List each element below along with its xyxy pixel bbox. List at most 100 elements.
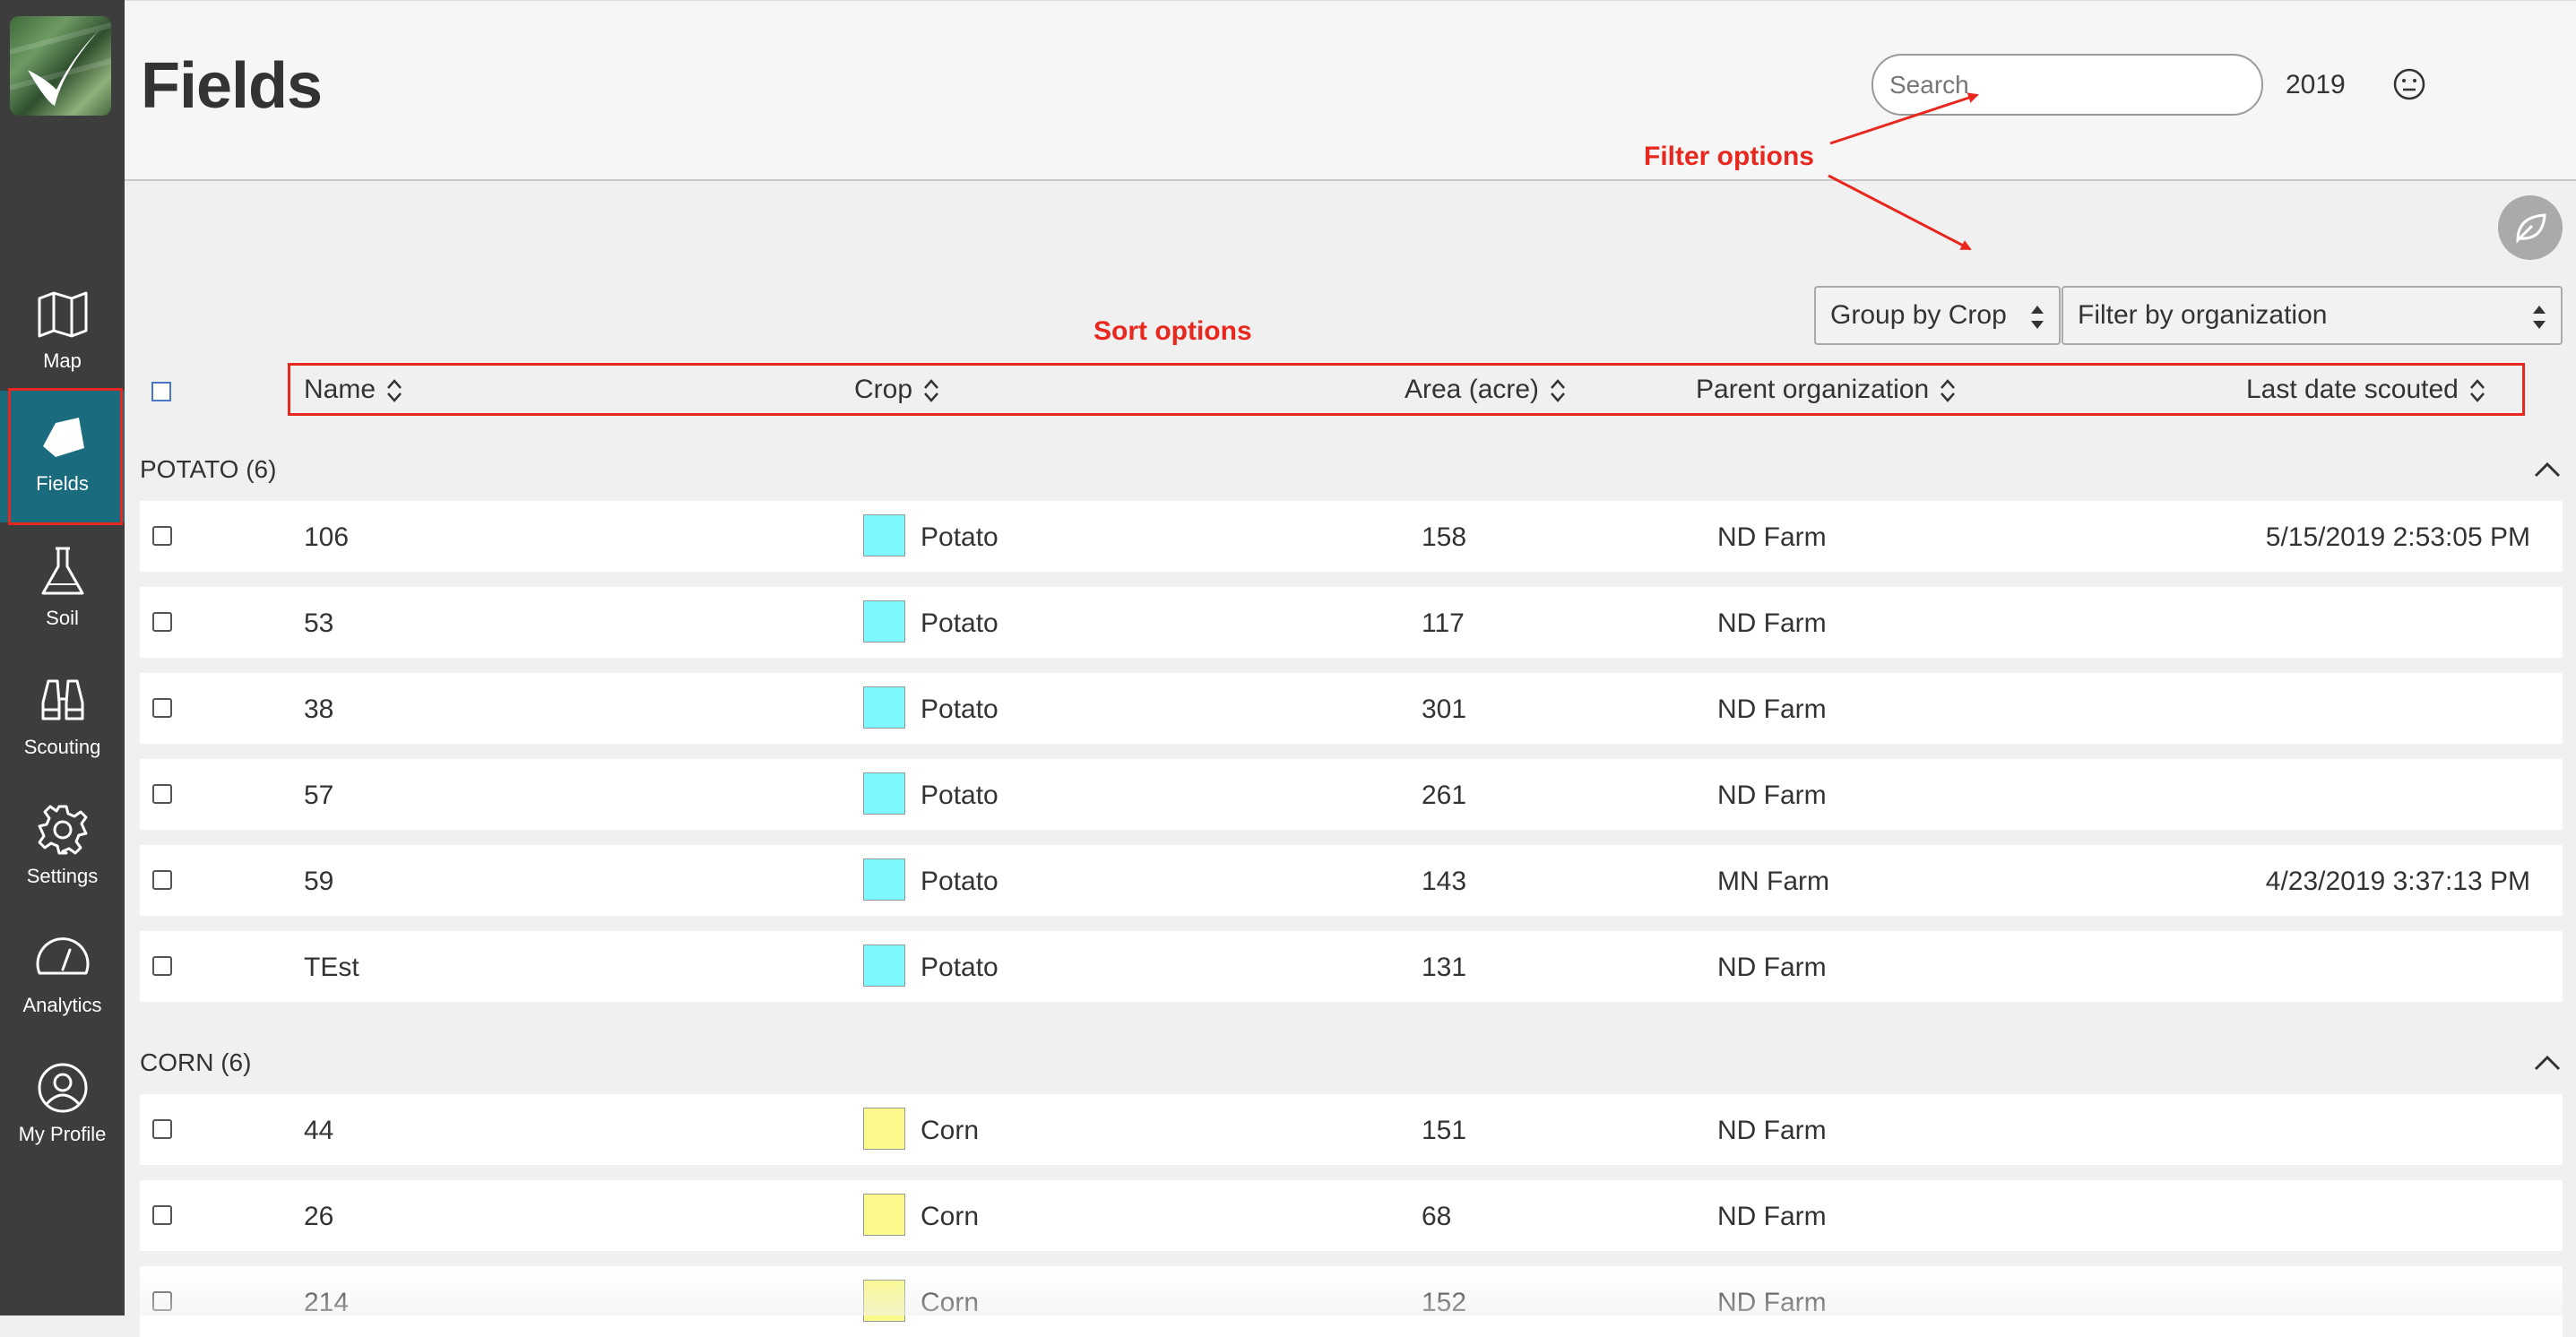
sidebar-item-my-profile[interactable]: My Profile <box>0 1047 125 1172</box>
user-circle-icon <box>38 1063 88 1113</box>
last-date-scouted: 4/23/2019 3:37:13 PM <box>2265 867 2530 896</box>
select-all-checkbox[interactable] <box>151 382 171 401</box>
field-name[interactable]: 53 <box>304 608 333 639</box>
field-name[interactable]: 57 <box>304 781 333 811</box>
sidebar-item-label: Fields <box>36 472 89 495</box>
sidebar-item-fields[interactable]: Fields <box>0 391 125 522</box>
field-name[interactable]: 26 <box>304 1202 333 1232</box>
area-value: 151 <box>1422 1116 1467 1145</box>
row-checkbox[interactable] <box>152 784 172 804</box>
row-checkbox[interactable] <box>152 956 172 976</box>
row-checkbox[interactable] <box>152 612 172 632</box>
crop-name: Corn <box>921 1202 980 1231</box>
field-name[interactable]: 214 <box>304 1288 349 1318</box>
page-title: Fields <box>141 50 323 122</box>
parent-organization: ND Farm <box>1717 1116 1827 1145</box>
table-row[interactable]: 26 Corn 68 ND Farm <box>140 1180 2563 1251</box>
sort-icon <box>2469 379 2485 402</box>
crop-name: Potato <box>921 694 998 724</box>
sidebar-item-label: Scouting <box>23 736 101 758</box>
field-name[interactable]: 106 <box>304 522 349 553</box>
binoculars-icon <box>41 679 84 720</box>
crop-color-swatch <box>863 858 905 901</box>
area-value: 131 <box>1422 953 1467 982</box>
column-header-label: Parent organization <box>1696 375 1930 404</box>
sidebar-item-label: Analytics <box>22 994 102 1016</box>
group-header-potato[interactable]: POTATO (6) <box>140 455 276 484</box>
fields-icon <box>43 418 84 457</box>
parent-organization: ND Farm <box>1717 1288 1827 1317</box>
year-selector[interactable]: 2019 <box>2286 70 2346 100</box>
app-logo[interactable] <box>10 16 111 116</box>
row-checkbox[interactable] <box>152 1205 172 1225</box>
crop-color-swatch <box>863 600 905 643</box>
sort-options-annotation: Sort options <box>1094 316 1252 346</box>
column-header-name[interactable]: Name <box>304 375 402 405</box>
row-checkbox[interactable] <box>152 1291 172 1311</box>
table-row[interactable]: 57 Potato 261 ND Farm <box>140 759 2563 830</box>
row-checkbox[interactable] <box>152 870 172 890</box>
crop-color-swatch <box>863 945 905 987</box>
field-name[interactable]: 59 <box>304 867 333 897</box>
gauge-icon <box>36 937 90 975</box>
leaf-icon <box>2516 213 2546 244</box>
parent-organization: ND Farm <box>1717 953 1827 982</box>
table-row[interactable]: 53 Potato 117 ND Farm <box>140 587 2563 658</box>
group-by-select[interactable]: Group by Crop <box>1814 286 2061 345</box>
field-name[interactable]: TEst <box>304 953 359 983</box>
column-header-label: Area (acre) <box>1405 375 1540 404</box>
table-row[interactable]: 44 Corn 151 ND Farm <box>140 1094 2563 1165</box>
select-arrows-icon <box>2533 306 2546 329</box>
crop-name: Corn <box>921 1116 980 1145</box>
parent-organization: ND Farm <box>1717 522 1827 552</box>
leaf-action-button[interactable] <box>2498 195 2563 260</box>
table-row[interactable]: TEst Potato 131 ND Farm <box>140 931 2563 1002</box>
parent-organization: ND Farm <box>1717 1202 1827 1231</box>
crop-color-swatch <box>863 1108 905 1150</box>
column-header-last-date-scouted[interactable]: Last date scouted <box>2246 375 2485 405</box>
column-header-crop[interactable]: Crop <box>854 375 939 405</box>
sidebar-item-scouting[interactable]: Scouting <box>0 660 125 785</box>
sidebar: Map Fields Soil Scouting Settings Analyt… <box>0 0 125 1315</box>
crop-name: Potato <box>921 608 998 638</box>
sidebar-item-label: Soil <box>46 607 79 629</box>
column-header-label: Name <box>304 375 376 404</box>
sidebar-item-analytics[interactable]: Analytics <box>0 918 125 1043</box>
field-name[interactable]: 38 <box>304 694 333 725</box>
row-checkbox[interactable] <box>152 698 172 718</box>
filter-organization-select[interactable]: Filter by organization <box>2062 286 2563 345</box>
search-input[interactable] <box>1871 54 2263 116</box>
sidebar-item-soil[interactable]: Soil <box>0 530 125 656</box>
area-value: 158 <box>1422 522 1467 552</box>
gear-icon <box>38 805 88 855</box>
table-row[interactable]: 59 Potato 143 MN Farm 4/23/2019 3:37:13 PM <box>140 845 2563 916</box>
table-row[interactable]: 106 Potato 158 ND Farm 5/15/2019 2:53:05 PM <box>140 501 2563 572</box>
table-row[interactable]: 214 Corn 152 ND Farm <box>140 1266 2563 1337</box>
feather-logo-icon <box>10 22 111 106</box>
feedback-face-icon[interactable] <box>2391 66 2427 102</box>
area-value: 301 <box>1422 694 1467 724</box>
column-header-parent-organization[interactable]: Parent organization <box>1696 375 1956 405</box>
area-value: 261 <box>1422 781 1467 810</box>
area-value: 152 <box>1422 1288 1467 1317</box>
area-value: 68 <box>1422 1202 1452 1231</box>
area-value: 117 <box>1422 608 1465 638</box>
field-name[interactable]: 44 <box>304 1116 333 1146</box>
column-header-area[interactable]: Area (acre) <box>1405 375 1566 405</box>
row-checkbox[interactable] <box>152 1119 172 1139</box>
chevron-up-icon[interactable] <box>2533 1054 2562 1072</box>
chevron-up-icon[interactable] <box>2533 461 2562 479</box>
last-date-scouted: 5/15/2019 2:53:05 PM <box>2265 522 2530 552</box>
sidebar-item-label: My Profile <box>18 1123 107 1145</box>
sort-icon <box>1941 379 1956 402</box>
group-header-corn[interactable]: CORN (6) <box>140 1048 251 1077</box>
sidebar-item-map[interactable]: Map <box>0 273 125 399</box>
crop-name: Corn <box>921 1288 980 1317</box>
filter-organization-value: Filter by organization <box>2078 300 2328 330</box>
row-checkbox[interactable] <box>152 526 172 546</box>
crop-name: Potato <box>921 781 998 810</box>
table-row[interactable]: 38 Potato 301 ND Farm <box>140 673 2563 744</box>
parent-organization: ND Farm <box>1717 781 1827 810</box>
flask-icon <box>41 547 84 595</box>
sidebar-item-settings[interactable]: Settings <box>0 789 125 914</box>
